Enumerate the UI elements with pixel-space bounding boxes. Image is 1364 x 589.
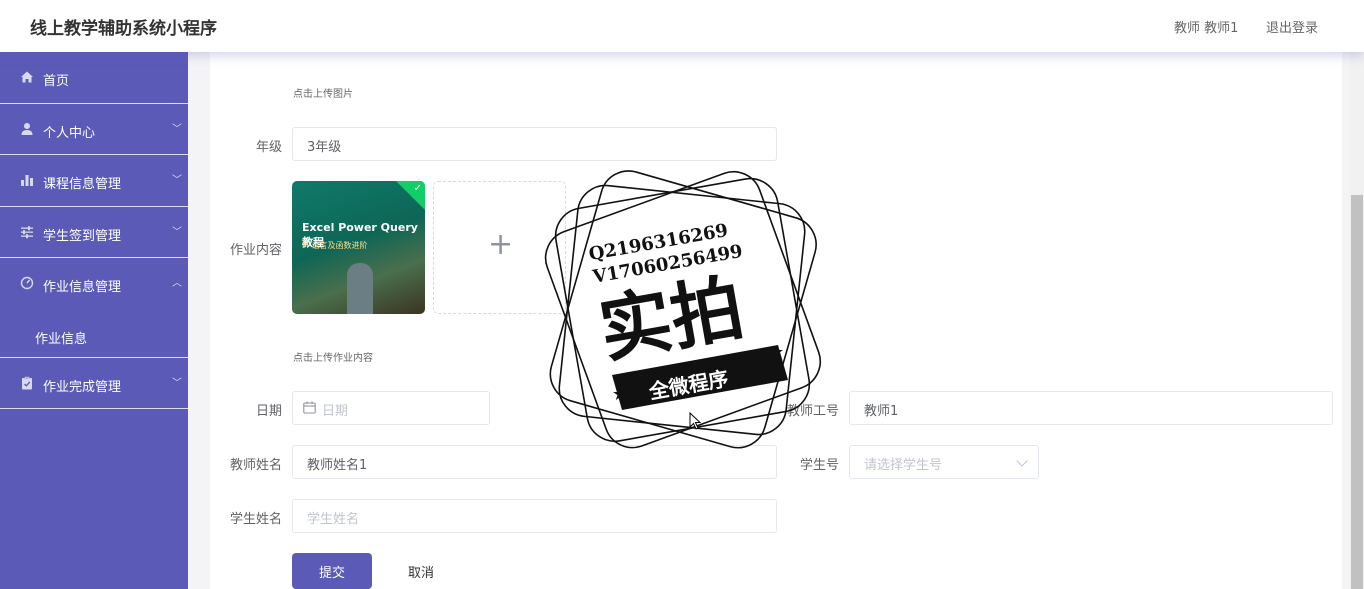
sidebar-item-home[interactable]: 首页 bbox=[0, 52, 188, 104]
scrollbar-thumb[interactable] bbox=[1351, 195, 1363, 589]
homework-content-label: 作业内容 bbox=[229, 243, 282, 258]
top-bar: 线上教学辅助系统小程序 教师 教师1 退出登录 bbox=[0, 0, 1364, 52]
logout-link[interactable]: 退出登录 bbox=[1266, 17, 1318, 36]
calendar-icon bbox=[303, 401, 316, 414]
student-name-input[interactable]: 学生姓名 bbox=[292, 499, 777, 533]
sidebar-item-completion-management[interactable]: 作业完成管理 ﹀ bbox=[0, 358, 188, 409]
date-placeholder: 日期 bbox=[322, 404, 349, 419]
student-id-select[interactable]: 请选择学生号 bbox=[849, 445, 1039, 479]
cancel-button[interactable]: 取消 bbox=[395, 553, 447, 589]
chevron-down-icon bbox=[1016, 455, 1028, 467]
student-id-label: 学生号 bbox=[799, 458, 839, 473]
mouse-cursor-icon bbox=[689, 412, 701, 430]
chevron-down-icon: ﹀ bbox=[172, 377, 182, 389]
submit-button[interactable]: 提交 bbox=[292, 553, 372, 589]
sidebar: 首页 个人中心 ﹀ 课程信息管理 ﹀ 学生签到管理 ﹀ 作业信息管理 ︿ 作业信… bbox=[0, 52, 188, 589]
date-picker[interactable]: 日期 bbox=[292, 391, 490, 425]
sliders-icon bbox=[21, 225, 33, 238]
student-id-placeholder: 请选择学生号 bbox=[864, 458, 943, 473]
plus-icon: + bbox=[488, 227, 514, 262]
thumbnail-subtitle: M 语言及函数进阶 bbox=[302, 241, 368, 250]
grade-label: 年级 bbox=[255, 140, 282, 155]
chevron-up-icon: ︿ bbox=[172, 278, 182, 289]
chevron-down-icon: ﹀ bbox=[172, 123, 182, 135]
user-icon bbox=[21, 122, 33, 135]
dashboard-icon bbox=[20, 276, 34, 290]
sidebar-item-homework-management[interactable]: 作业信息管理 ︿ bbox=[0, 258, 188, 310]
star-icon: ★ bbox=[768, 342, 784, 363]
teacher-name-label: 教师姓名 bbox=[229, 458, 282, 473]
teacher-id-input[interactable]: 教师1 bbox=[849, 391, 1333, 425]
student-name-label: 学生姓名 bbox=[229, 512, 282, 527]
watermark-stamp: Q2196316269 V17060256499 实拍 全微程序 ★ ★ bbox=[544, 170, 822, 449]
thumbnail-person-figure bbox=[347, 263, 373, 314]
chevron-down-icon: ﹀ bbox=[172, 226, 182, 238]
sidebar-item-label: 学生签到管理 bbox=[43, 228, 122, 244]
sidebar-item-label: 作业信息管理 bbox=[43, 280, 122, 295]
sidebar-item-checkin-management[interactable]: 学生签到管理 ﹀ bbox=[0, 207, 188, 258]
sidebar-item-label: 课程信息管理 bbox=[43, 177, 122, 192]
grade-input[interactable]: 3年级 bbox=[292, 127, 777, 161]
sidebar-subitem-homework-info[interactable]: 作业信息 bbox=[0, 310, 188, 358]
sidebar-subitem-label: 作业信息 bbox=[35, 331, 88, 347]
app-title: 线上教学辅助系统小程序 bbox=[30, 19, 217, 39]
date-label: 日期 bbox=[255, 404, 282, 419]
sidebar-item-label: 首页 bbox=[43, 74, 70, 89]
star-icon: ★ bbox=[612, 384, 628, 405]
chevron-down-icon: ﹀ bbox=[172, 175, 182, 186]
bar-chart-icon bbox=[21, 175, 33, 186]
upload-content-hint: 点击上传作业内容 bbox=[293, 353, 373, 364]
check-icon: ✓ bbox=[413, 183, 422, 194]
uploaded-homework-thumbnail[interactable]: Excel Power Query 教程 M 语言及函数进阶 ✓ bbox=[292, 181, 425, 314]
upload-image-hint: 点击上传图片 bbox=[293, 89, 353, 100]
teacher-name-input[interactable]: 教师姓名1 bbox=[292, 445, 777, 479]
sidebar-item-personal-center[interactable]: 个人中心 ﹀ bbox=[0, 104, 188, 155]
sidebar-item-course-management[interactable]: 课程信息管理 ﹀ bbox=[0, 155, 188, 207]
home-icon bbox=[21, 71, 33, 83]
sidebar-item-label: 个人中心 bbox=[43, 125, 96, 141]
current-user: 教师 教师1 bbox=[1174, 21, 1239, 36]
clipboard-icon bbox=[22, 376, 32, 389]
sidebar-item-label: 作业完成管理 bbox=[43, 379, 122, 395]
